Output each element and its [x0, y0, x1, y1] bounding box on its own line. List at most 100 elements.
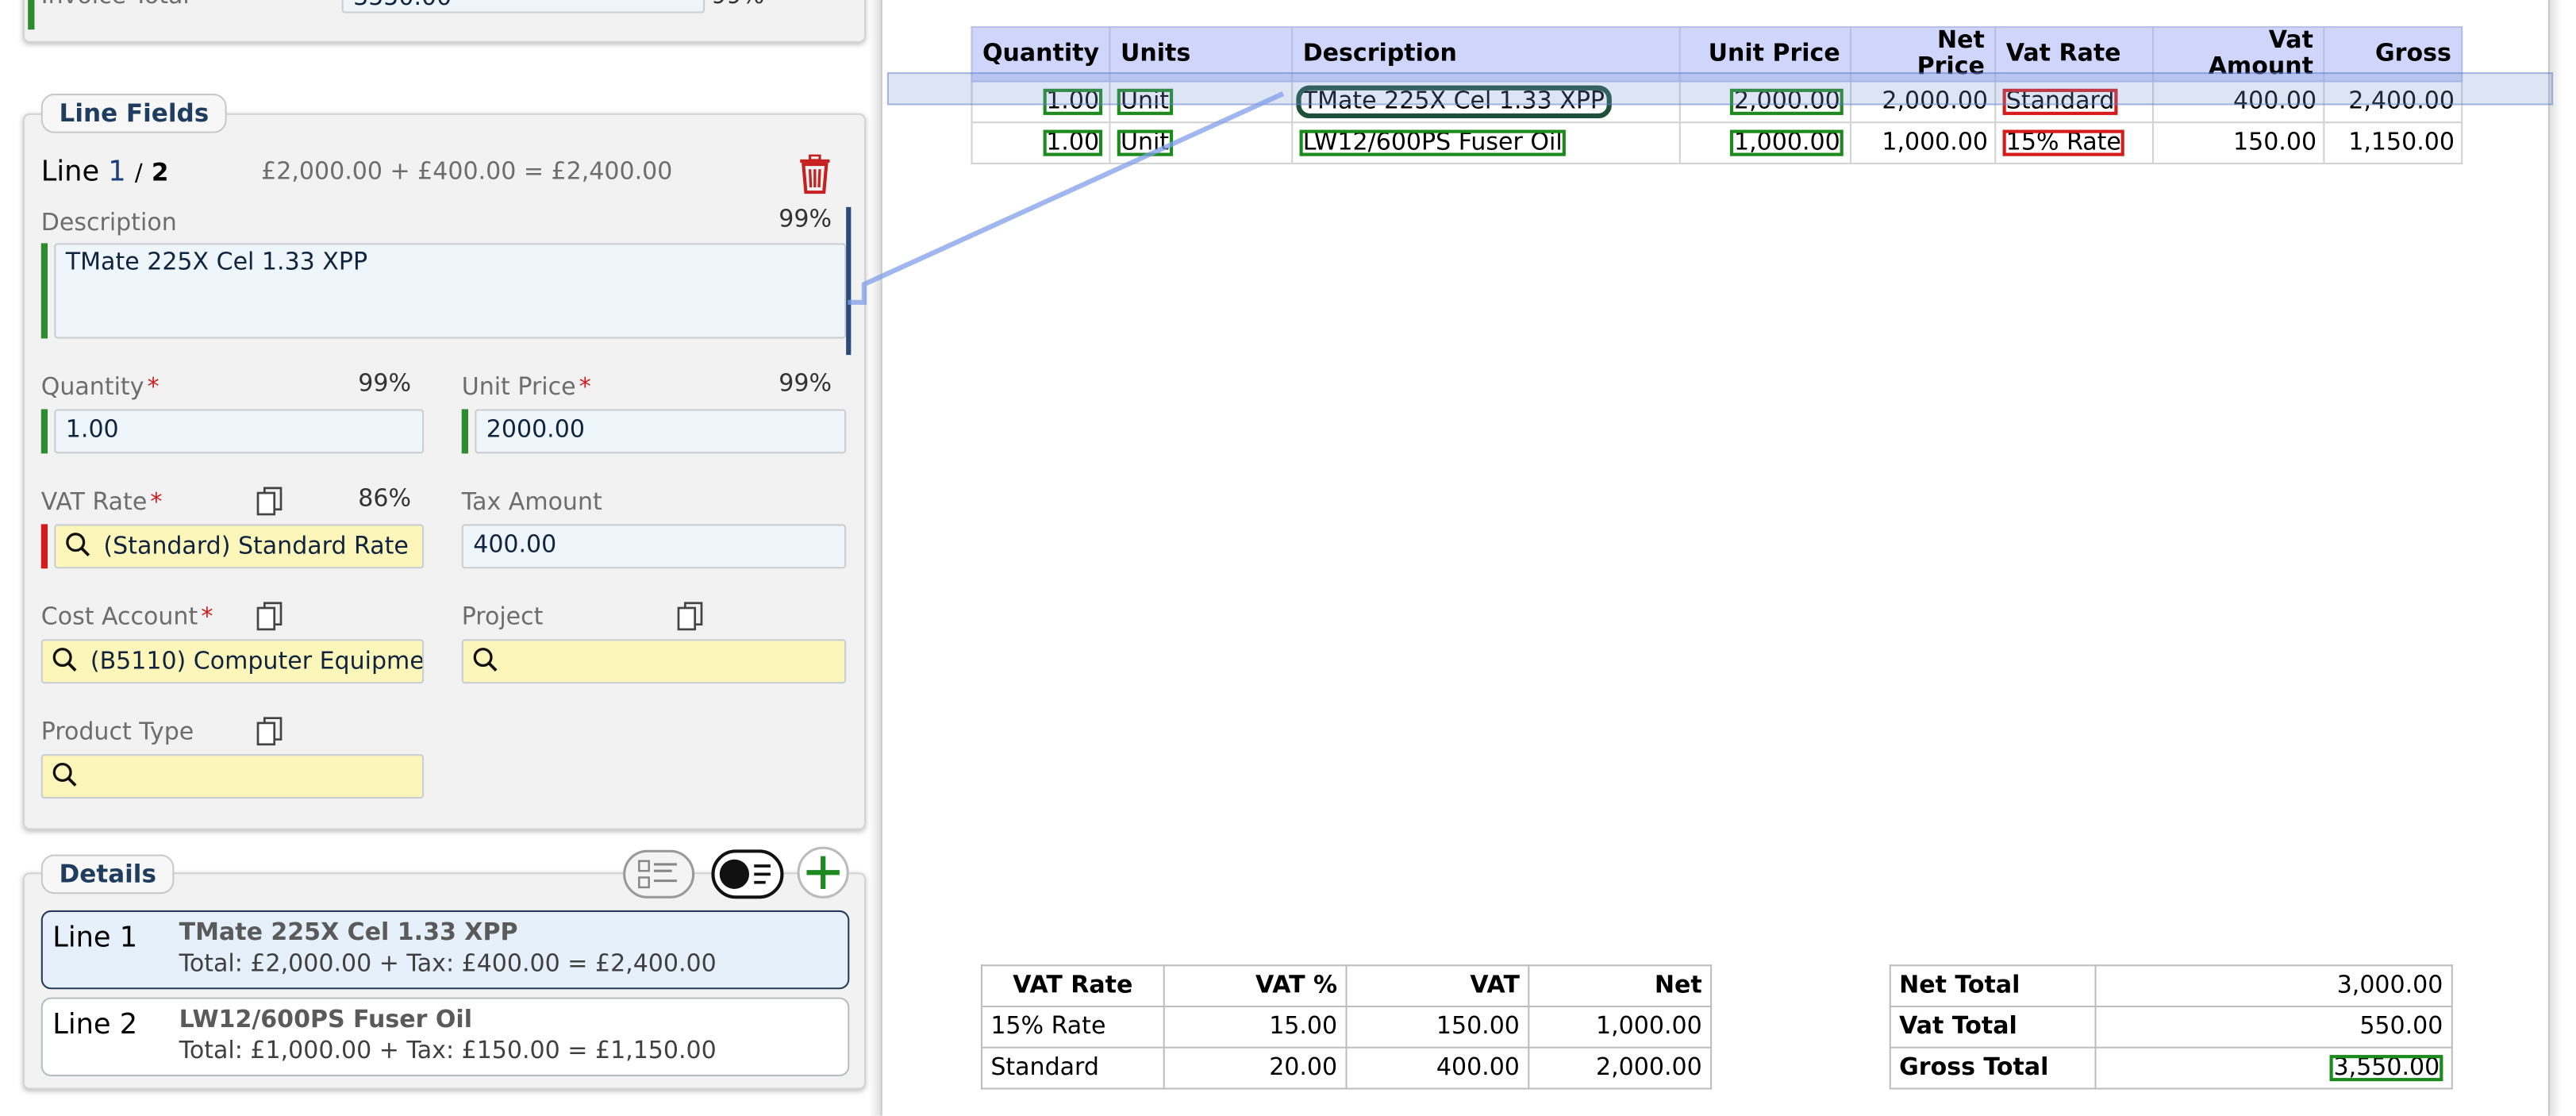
table-row: Standard 20.00 400.00 2,000.00 — [980, 1046, 1713, 1090]
table-cell: 15% Rate — [980, 1005, 1165, 1049]
copy-icon[interactable] — [256, 602, 283, 631]
document-shadow — [869, 0, 881, 1116]
details-legend: Details — [40, 854, 175, 895]
vat-rate-value[interactable]: 15% Rate — [2002, 130, 2125, 156]
tax-amount-input[interactable]: 400.00 — [461, 524, 847, 569]
quantity-value[interactable]: 1.00 — [1043, 130, 1103, 156]
table-cell: 1,150.00 — [2323, 121, 2463, 165]
line-title: TMate 225X Cel 1.33 XPP — [179, 920, 518, 947]
line-indicator: Line 1 / 2 — [41, 156, 169, 189]
tax-amount-label: Tax Amount — [461, 489, 602, 517]
column-header: VAT % — [1163, 964, 1348, 1008]
toggle-icon[interactable] — [711, 849, 784, 899]
details-line-1[interactable]: Line 1 TMate 225X Cel 1.33 XPP Total: £2… — [40, 910, 850, 990]
add-icon[interactable] — [797, 846, 849, 899]
row-header: Net Total — [1889, 964, 2097, 1008]
invoice-total-label: Invoice Total — [41, 0, 190, 10]
description-value[interactable]: LW12/600PS Fuser Oil — [1299, 130, 1566, 156]
line-formula: £2,000.00 + £400.00 = £2,400.00 — [261, 159, 673, 186]
unit-price-status-bar — [461, 409, 469, 454]
table-cell: 150.00 — [1345, 1005, 1530, 1049]
table-row: 15% Rate 15.00 150.00 1,000.00 — [980, 1005, 1713, 1049]
row-header: Vat Total — [1889, 1005, 2097, 1049]
vat-rate-status-bar — [40, 524, 48, 569]
table-cell: 550.00 — [2094, 1005, 2453, 1049]
table-cell: 1,000.00 — [1850, 121, 1997, 165]
trash-icon[interactable] — [797, 154, 833, 194]
unit-price-label: Unit Price * — [461, 375, 591, 402]
search-icon — [52, 648, 77, 672]
vat-rate-label: VAT Rate * — [40, 489, 163, 517]
table-cell: 3,000.00 — [2094, 964, 2453, 1008]
vat-rate-confidence: 86% — [358, 486, 412, 513]
table-cell: 20.00 — [1163, 1046, 1348, 1090]
line-count: 2 — [151, 157, 169, 188]
cost-account-value: (B5110) Computer Equipment — [90, 648, 425, 675]
link-marker — [846, 206, 852, 356]
table-cell: LW12/600PS Fuser Oil — [1291, 121, 1681, 165]
table-cell: Unit — [1109, 121, 1294, 165]
table-cell: 1,000.00 — [1528, 1005, 1713, 1049]
quantity-label: Quantity * — [40, 375, 160, 402]
table-row[interactable]: 1.00 Unit LW12/600PS Fuser Oil 1,000.00 … — [971, 121, 2463, 165]
search-icon — [52, 762, 77, 787]
table-cell: 400.00 — [1345, 1046, 1530, 1090]
copy-icon[interactable] — [677, 602, 703, 631]
description-textarea[interactable]: TMate 225X Cel 1.33 XPP — [54, 243, 847, 339]
table-row: Gross Total 3,550.00 — [1889, 1046, 2453, 1090]
copy-icon[interactable] — [256, 717, 283, 746]
field-status-bar — [28, 0, 35, 30]
selected-row-highlight — [886, 72, 2554, 106]
table-cell: Standard — [980, 1046, 1165, 1090]
table-cell: 1.00 — [971, 121, 1111, 165]
table-row: Vat Total 550.00 — [1889, 1005, 2453, 1049]
units-value[interactable]: Unit — [1117, 130, 1173, 156]
vat-summary-table: VAT Rate VAT % VAT Net 15% Rate 15.00 15… — [980, 964, 1713, 1090]
invoice-total-input[interactable]: 3550.00 — [341, 0, 706, 13]
invoice-total-card: Invoice Total 3550.00 99% — [22, 0, 866, 43]
product-type-lookup[interactable] — [40, 754, 425, 799]
column-header: Net — [1528, 964, 1713, 1008]
table-row: Net Total 3,000.00 — [1889, 964, 2453, 1008]
quantity-input[interactable]: 1.00 — [54, 409, 425, 454]
line-title: LW12/600PS Fuser Oil — [179, 1007, 472, 1034]
column-header: VAT Rate — [980, 964, 1165, 1008]
line-number: Line 1 — [52, 922, 138, 955]
line-word: Line — [40, 156, 100, 190]
search-icon — [66, 533, 90, 557]
copy-icon[interactable] — [256, 487, 283, 516]
cost-account-label: Cost Account * — [40, 604, 213, 631]
details-line-2[interactable]: Line 2 LW12/600PS Fuser Oil Total: £1,00… — [40, 997, 850, 1076]
document-edge — [880, 0, 882, 1116]
unit-price-value[interactable]: 1,000.00 — [1730, 130, 1844, 156]
table-cell: 3,550.00 — [2094, 1046, 2453, 1090]
gross-total-value[interactable]: 3,550.00 — [2330, 1055, 2443, 1082]
table-cell: 150.00 — [2152, 121, 2325, 165]
line-current: 1 — [108, 156, 126, 190]
checklist-icon[interactable] — [623, 849, 695, 899]
unit-price-input[interactable]: 2000.00 — [475, 409, 847, 454]
app-root: Invoice Total 3550.00 99% Line Fields Li… — [0, 0, 2576, 1116]
table-cell: 2,000.00 — [1528, 1046, 1713, 1090]
document-shadow — [2549, 0, 2562, 1116]
line-number: Line 2 — [52, 1009, 138, 1042]
table-cell: 15% Rate — [1994, 121, 2155, 165]
search-icon — [473, 648, 498, 672]
description-confidence: 99% — [779, 206, 832, 233]
details-card: Details Line 1 TMate 225X Cel 1.33 XPP T… — [22, 846, 866, 1090]
quantity-status-bar — [40, 409, 48, 454]
line-sep: / — [134, 160, 143, 188]
table-header-row: VAT Rate VAT % VAT Net — [980, 964, 1713, 1008]
vat-rate-lookup[interactable]: (Standard) Standard Rate — [54, 524, 425, 569]
line-total: Total: £1,000.00 + Tax: £150.00 = £1,150… — [179, 1038, 717, 1065]
invoice-total-confidence: 99% — [711, 0, 764, 10]
line-total: Total: £2,000.00 + Tax: £400.00 = £2,400… — [179, 951, 717, 978]
project-lookup[interactable] — [461, 639, 847, 684]
table-cell: 15.00 — [1163, 1005, 1348, 1049]
table-cell: 1,000.00 — [1678, 121, 1852, 165]
vat-rate-value: (Standard) Standard Rate — [103, 533, 409, 560]
line-fields-card: Line Fields Line 1 / 2 £2,000.00 + £400.… — [22, 94, 866, 830]
cost-account-lookup[interactable]: (B5110) Computer Equipment — [40, 639, 425, 684]
row-header: Gross Total — [1889, 1046, 2097, 1090]
project-label: Project — [461, 604, 544, 631]
